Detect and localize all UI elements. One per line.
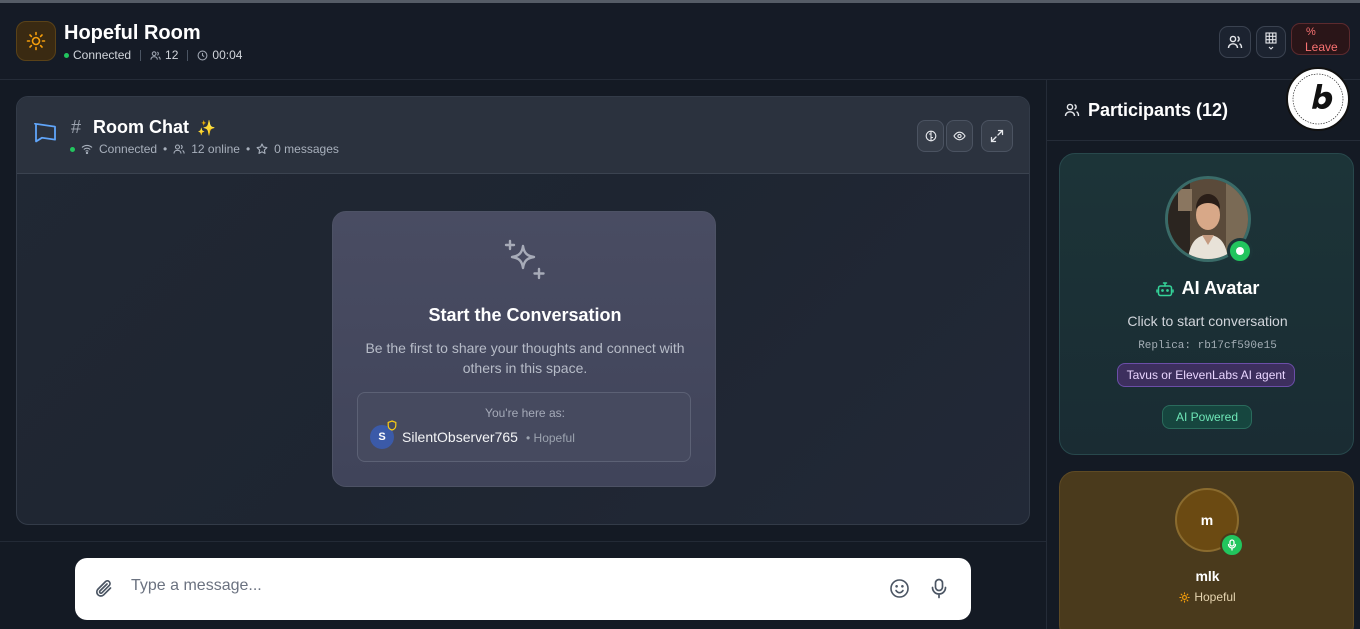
divider — [140, 49, 142, 61]
session-timer: 00:04 — [197, 48, 242, 62]
wifi-icon — [81, 144, 93, 154]
sparkles-icon: ✨ — [197, 120, 216, 137]
connection-status: Connected — [64, 48, 131, 62]
users-icon — [1064, 103, 1080, 117]
message-composer — [75, 558, 971, 620]
visibility-toggle-button[interactable] — [946, 120, 973, 152]
ai-name-row: AI Avatar — [1060, 278, 1355, 299]
grid-icon — [1265, 32, 1277, 50]
participant-name: mlk — [1195, 568, 1220, 584]
brain-icon — [925, 130, 936, 142]
participants-toggle-button[interactable] — [1219, 26, 1251, 58]
microphone-icon[interactable] — [930, 578, 948, 599]
participant-mood-label: Hopeful — [1194, 590, 1236, 604]
star-icon — [256, 143, 268, 154]
chat-connection-status: Connected — [99, 142, 158, 156]
message-input[interactable] — [131, 574, 871, 598]
empty-chat-title: Start the Conversation — [428, 305, 622, 325]
participant-count: 12 — [150, 48, 178, 62]
chat-header: # Room Chat ✨ Connected • 12 online • 0 … — [17, 97, 1029, 174]
participants-title: Participants (12) — [1088, 100, 1229, 120]
bullet: • — [163, 142, 168, 156]
user-name: SilentObserver765 — [402, 429, 518, 445]
user-mood: • Hopeful — [526, 431, 575, 445]
participant-count-value: 12 — [165, 48, 179, 62]
divider — [187, 49, 189, 61]
session-timer-value: 00:04 — [212, 48, 243, 62]
users-icon — [1227, 35, 1243, 49]
bullet: • — [245, 142, 251, 156]
shield-icon — [387, 420, 397, 431]
bolt-logo-badge[interactable] — [1286, 67, 1350, 131]
chat-meta: Connected • 12 online • 0 messages — [70, 142, 339, 156]
room-meta: Connected 12 00:04 — [64, 48, 242, 62]
connection-status-label: Connected — [73, 48, 132, 62]
sun-icon — [1179, 591, 1191, 603]
leave-button[interactable]: % Leave — [1291, 23, 1350, 55]
ai-replica-id: Replica: rb17cf590e15 — [1138, 340, 1277, 352]
bolt-logo-icon — [1292, 73, 1344, 125]
hash-icon: # — [71, 117, 82, 137]
leave-icon: % — [1306, 26, 1316, 38]
online-count: 12 online — [191, 142, 240, 156]
microphone-icon — [1220, 533, 1244, 557]
users-icon — [173, 144, 185, 154]
chat-panel: # Room Chat ✨ Connected • 12 online • 0 … — [16, 96, 1030, 525]
chat-bubble-icon — [34, 123, 56, 143]
sparkles-icon — [504, 239, 545, 280]
layout-grid-button[interactable] — [1256, 26, 1286, 58]
smiley-icon[interactable] — [889, 578, 910, 599]
sun-icon — [16, 21, 56, 61]
ai-provider-badge: Tavus or ElevenLabs AI agent — [1117, 363, 1295, 387]
bot-icon — [1155, 281, 1174, 296]
empty-chat-subtitle: Be the first to share your thoughts and … — [365, 340, 685, 376]
users-icon — [150, 50, 161, 60]
expand-button[interactable] — [981, 120, 1013, 152]
expand-icon — [990, 129, 1004, 143]
empty-chat-card: Start the Conversation Be the first to s… — [332, 211, 716, 487]
participant-card[interactable]: m mlk Hopeful — [1059, 471, 1354, 629]
message-count: 0 messages — [274, 142, 339, 156]
chat-title: Room Chat — [93, 117, 189, 137]
ai-powered-badge: AI Powered — [1162, 405, 1252, 429]
brain-toggle-button[interactable] — [917, 120, 944, 152]
room-title: Hopeful Room — [64, 22, 201, 44]
clock-icon — [197, 50, 208, 60]
room-header: Hopeful Room Connected 12 00:04 — [0, 3, 1360, 80]
status-dot — [70, 146, 75, 152]
ai-avatar-card[interactable]: AI Avatar Click to start conversation Re… — [1059, 153, 1354, 455]
identity-label: You're here as: — [485, 406, 565, 420]
online-status-dot — [1227, 238, 1253, 264]
leave-label: Leave — [1305, 40, 1338, 54]
paperclip-icon[interactable] — [95, 578, 115, 600]
ai-subtitle: Click to start conversation — [1127, 313, 1288, 329]
ai-name: AI Avatar — [1181, 278, 1260, 298]
participant-mood: Hopeful — [1060, 590, 1355, 604]
status-dot — [64, 52, 69, 58]
eye-icon — [953, 131, 966, 141]
identity-box: You're here as: S SilentObserver765 • Ho… — [357, 392, 691, 462]
